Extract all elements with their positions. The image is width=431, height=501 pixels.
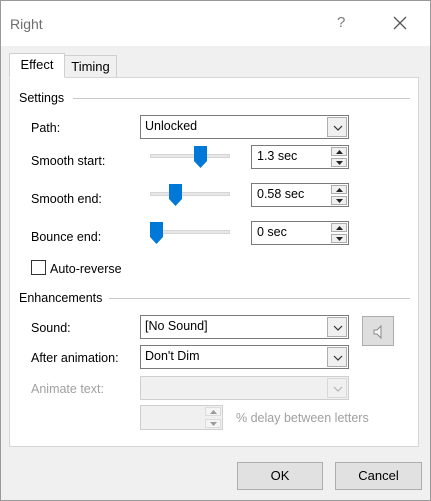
after-animation-dropdown[interactable]: Don't Dim: [140, 345, 349, 369]
smooth-end-label: Smooth end:: [31, 192, 102, 206]
smooth-end-spinbox[interactable]: 0.58 sec: [251, 183, 349, 207]
path-dropdown[interactable]: Unlocked: [140, 115, 349, 139]
smooth-end-value: 0.58 sec: [257, 187, 305, 201]
chevron-down-icon[interactable]: [327, 347, 347, 367]
after-animation-label: After animation:: [31, 351, 119, 365]
delay-spinbox: [140, 405, 223, 430]
chevron-down-icon: [327, 378, 347, 398]
bounce-end-spinbox[interactable]: 0 sec: [251, 221, 349, 245]
help-icon[interactable]: ?: [337, 14, 345, 31]
spin-down-icon[interactable]: [331, 196, 347, 205]
chevron-down-icon[interactable]: [327, 117, 347, 137]
enhancements-divider: [109, 298, 410, 299]
spin-up-icon[interactable]: [331, 223, 347, 232]
chevron-down-icon[interactable]: [327, 317, 347, 337]
sound-value: [No Sound]: [145, 319, 208, 333]
smooth-end-slider-thumb[interactable]: [169, 184, 182, 206]
spin-down-icon[interactable]: [331, 158, 347, 167]
sound-dropdown[interactable]: [No Sound]: [140, 315, 349, 339]
smooth-start-slider-thumb[interactable]: [194, 146, 207, 168]
auto-reverse-label[interactable]: Auto-reverse: [50, 262, 122, 276]
ok-button[interactable]: OK: [237, 462, 323, 490]
settings-divider: [73, 98, 410, 99]
smooth-start-spinbox[interactable]: 1.3 sec: [251, 145, 349, 169]
bounce-end-value: 0 sec: [257, 225, 287, 239]
spin-down-icon[interactable]: [331, 234, 347, 243]
dialog: Right ? Effect Timing Settings Path: Unl…: [0, 0, 431, 501]
spin-up-icon[interactable]: [331, 185, 347, 194]
spin-down-icon: [205, 419, 221, 428]
settings-group-title: Settings: [19, 91, 65, 105]
window-title: Right: [10, 16, 43, 32]
spin-up-icon[interactable]: [331, 147, 347, 156]
delay-label: % delay between letters: [236, 411, 369, 425]
auto-reverse-checkbox[interactable]: [31, 260, 46, 275]
smooth-start-value: 1.3 sec: [257, 149, 298, 163]
animate-text-label: Animate text:: [31, 382, 104, 396]
cancel-button-label: Cancel: [358, 468, 399, 483]
enhancements-group-title: Enhancements: [19, 291, 103, 305]
sound-volume-button[interactable]: [362, 316, 394, 346]
ok-button-label: OK: [270, 468, 290, 483]
cancel-button[interactable]: Cancel: [335, 462, 422, 490]
path-label: Path:: [31, 121, 61, 135]
path-value: Unlocked: [145, 119, 198, 133]
smooth-start-slider-track[interactable]: [150, 154, 230, 158]
close-icon[interactable]: [387, 10, 413, 36]
tab-timing[interactable]: Timing: [64, 55, 117, 78]
smooth-start-label: Smooth start:: [31, 154, 106, 168]
animate-text-dropdown: [140, 376, 349, 400]
spin-up-icon: [205, 407, 221, 416]
bounce-end-slider-thumb[interactable]: [150, 222, 163, 244]
sound-label: Sound:: [31, 321, 71, 335]
smooth-end-slider-track[interactable]: [150, 192, 230, 196]
after-animation-value: Don't Dim: [145, 349, 200, 363]
tab-effect-label: Effect: [20, 57, 54, 72]
title-bar: Right ?: [1, 1, 430, 46]
tab-timing-label: Timing: [71, 59, 110, 74]
tab-effect[interactable]: Effect: [9, 53, 65, 78]
bounce-end-label: Bounce end:: [31, 230, 102, 244]
